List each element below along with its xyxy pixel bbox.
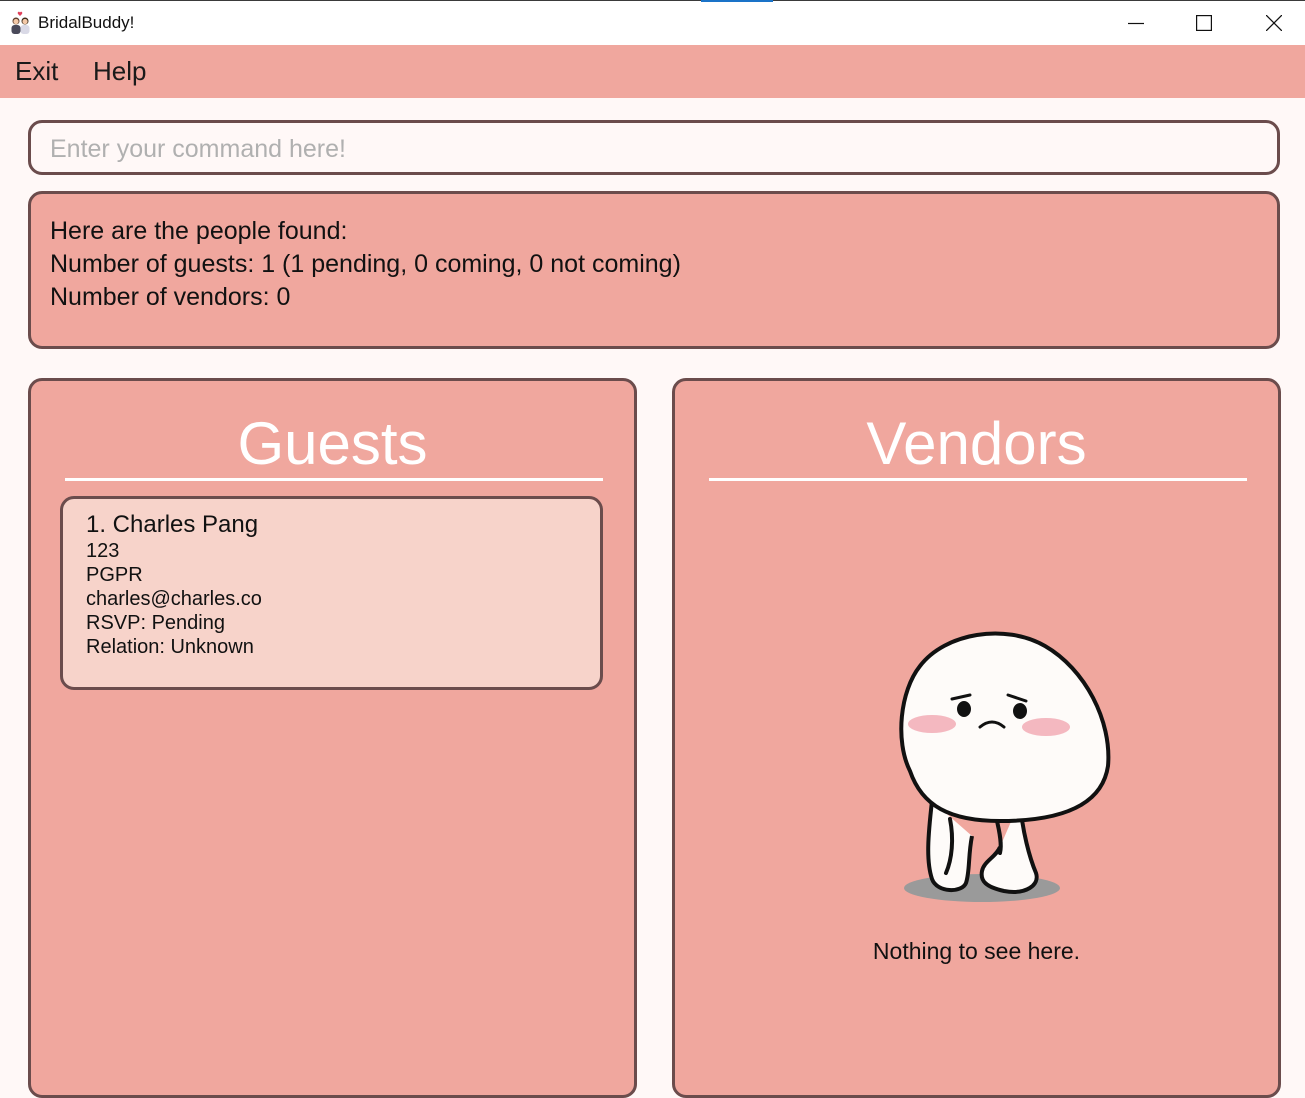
result-line: Number of vendors: 0 [50,283,291,311]
menu-exit[interactable]: Exit [15,56,58,87]
titlebar-accent [701,0,773,2]
window-title: BridalBuddy! [38,13,135,32]
vendors-title: Vendors [866,410,1087,477]
vendors-empty-text: Nothing to see here. [872,938,1081,964]
guest-phone: 123 [86,540,120,562]
guest-address: PGPR [86,564,143,586]
maximize-button[interactable] [1169,1,1239,46]
minimize-button[interactable] [1101,1,1171,46]
couple-icon [11,11,30,34]
result-line: Number of guests: 1 (1 pending, 0 coming… [50,250,681,278]
guest-relation: Relation: Unknown [86,636,254,658]
close-icon [1266,15,1282,31]
window-titlebar: BridalBuddy! [0,0,1305,45]
maximize-icon [1196,15,1212,31]
menu-bar: Exit Help [0,45,1305,98]
guests-panel: Guests 1. Charles Pang 123 PGPR charles@… [28,378,637,1098]
result-display: Here are the people found: Number of gue… [28,191,1280,349]
close-button[interactable] [1239,1,1305,46]
menu-help[interactable]: Help [93,56,146,87]
guest-rsvp: RSVP: Pending [86,612,225,634]
guests-title-divider [65,478,603,481]
guest-card[interactable]: 1. Charles Pang 123 PGPR charles@charles… [60,496,603,690]
guests-title: Guests [237,410,428,477]
guest-email: charles@charles.co [86,588,262,610]
result-line: Here are the people found: [50,217,348,245]
minimize-icon [1128,22,1144,25]
vendors-panel: Vendors Nothing to see here. [672,378,1281,1098]
command-box [28,120,1280,175]
command-input[interactable] [48,133,1252,165]
guest-name: 1. Charles Pang [86,511,259,538]
vendors-title-divider [709,478,1247,481]
sad-mascot-icon [899,631,1111,902]
